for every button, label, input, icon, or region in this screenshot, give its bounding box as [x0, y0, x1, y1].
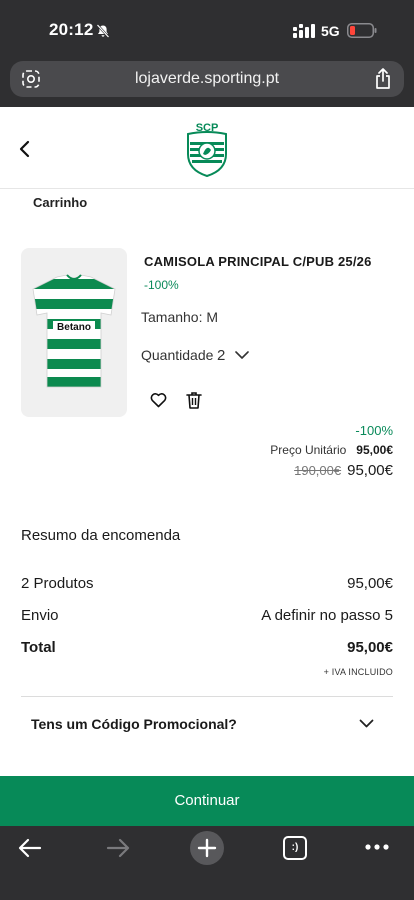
divider [21, 696, 393, 697]
summary-products-value: 95,00€ [347, 575, 393, 592]
tabs-button[interactable]: :) [283, 836, 307, 860]
breadcrumb[interactable]: Carrinho [33, 195, 87, 210]
product-discount: -100% [144, 278, 179, 292]
battery-icon [347, 23, 377, 38]
unit-price: Preço Unitário 95,00€ [270, 443, 393, 457]
old-price: 190,00€ [294, 463, 342, 478]
promo-chevron-down-icon[interactable] [359, 718, 374, 729]
summary-title: Resumo da encomenda [21, 527, 181, 544]
summary-products-label: 2 Produtos [21, 575, 94, 592]
browser-back-icon[interactable] [18, 836, 42, 860]
product-image[interactable]: Betano [21, 248, 127, 417]
chevron-down-icon[interactable] [235, 349, 249, 361]
browser-forward-icon[interactable] [106, 836, 130, 860]
continue-button[interactable]: Continuar [0, 776, 414, 826]
more-menu-icon[interactable] [365, 844, 389, 850]
jersey-image: Betano [32, 274, 116, 388]
new-tab-button[interactable] [190, 831, 224, 865]
status-time: 20:12 [49, 20, 94, 39]
quantity-label: Quantidade [141, 347, 214, 363]
sporting-logo[interactable]: SCP [184, 120, 230, 178]
svg-text:Betano: Betano [57, 322, 91, 333]
unit-price-value: 95,00€ [356, 443, 393, 457]
promo-code-toggle[interactable]: Tens um Código Promocional? [31, 716, 237, 732]
summary-total-label: Total [21, 639, 56, 656]
browser-toolbar: :) [0, 826, 414, 900]
new-price: 95,00€ [347, 462, 393, 479]
summary-shipping-label: Envio [21, 607, 59, 624]
quantity-selector[interactable]: Quantidade 2 [141, 347, 249, 364]
summary-shipping-value: A definir no passo 5 [261, 607, 393, 624]
silent-bell-icon [96, 24, 110, 38]
delete-trash-icon[interactable] [186, 391, 202, 409]
browser-chrome: 20:12 5G lojaverde.sporting.pt [0, 0, 414, 107]
tax-note: + IVA INCLUIDO [323, 667, 393, 677]
wishlist-heart-icon[interactable] [150, 392, 167, 408]
price-discount: -100% [355, 423, 393, 438]
back-arrow-icon[interactable] [18, 140, 30, 158]
share-icon[interactable] [374, 68, 392, 89]
unit-price-label: Preço Unitário [270, 443, 347, 457]
signal-icon [293, 24, 315, 38]
status-bar: 20:12 5G [0, 0, 414, 60]
url-text[interactable]: lojaverde.sporting.pt [10, 70, 404, 88]
address-bar[interactable]: lojaverde.sporting.pt [10, 61, 404, 97]
plus-icon [197, 838, 217, 858]
site-header: SCP [0, 107, 414, 189]
product-name[interactable]: CAMISOLA PRINCIPAL C/PUB 25/26 [144, 254, 372, 269]
summary-total-value: 95,00€ [347, 639, 393, 656]
line-price: 190,00€ 95,00€ [294, 462, 393, 479]
quantity-value[interactable]: 2 [217, 347, 225, 364]
network-type: 5G [321, 23, 340, 39]
product-size: Tamanho: M [141, 309, 219, 325]
